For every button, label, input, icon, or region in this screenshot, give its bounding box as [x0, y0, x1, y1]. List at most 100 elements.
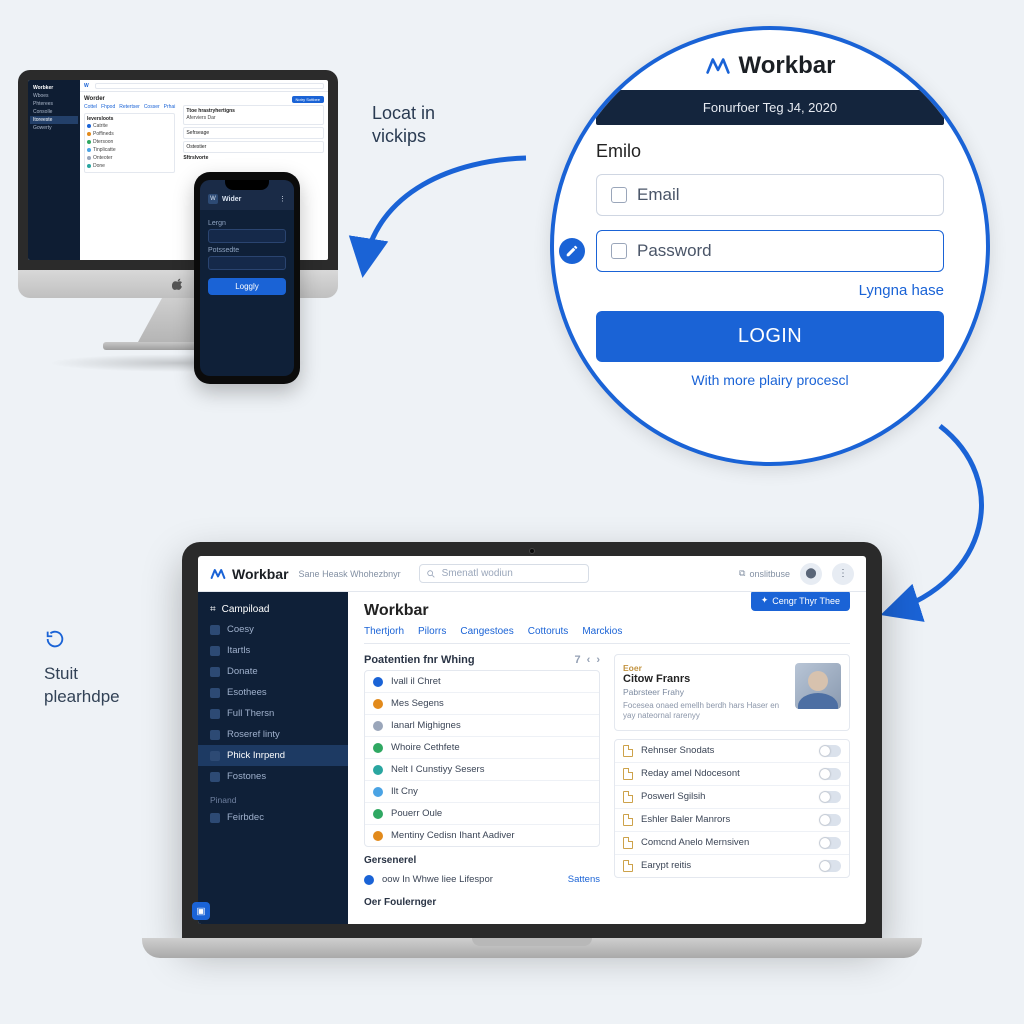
toggle[interactable]: [819, 745, 841, 757]
settings-list: Rehnser SnodatsReday amel NdocesontPoswe…: [614, 739, 850, 878]
login-form: Emilo Email Password Lyngna hase LOGIN W…: [596, 141, 944, 388]
sidebar-item[interactable]: Phterees: [30, 100, 78, 108]
imac-search[interactable]: [95, 83, 324, 89]
people-list: Ivall il ChretMes SegensIanarl Mighignes…: [364, 670, 600, 847]
annotation-locat-in: Locat in vickips: [372, 102, 435, 149]
menu-icon[interactable]: ⋮: [279, 195, 286, 203]
checkbox-icon[interactable]: [611, 243, 627, 259]
topbar-link[interactable]: ⧉onslitbuse: [739, 568, 790, 579]
list-item[interactable]: Mentiny Cedisn Ihant Aadiver: [365, 824, 599, 846]
kebab-icon[interactable]: ⋮: [832, 563, 854, 585]
content: Workbar ✦Cengr Thyr Thee Thertjorh Pilor…: [348, 592, 866, 924]
tab[interactable]: Cangestoes: [460, 626, 513, 637]
item-label: Mentiny Cedisn Ihant Aadiver: [391, 830, 515, 841]
document-icon: [623, 860, 633, 872]
count-badge: 7: [575, 654, 581, 666]
tab[interactable]: Cosser: [144, 104, 160, 110]
list-item[interactable]: Catrite: [87, 122, 172, 130]
toggle[interactable]: [819, 791, 841, 803]
tab[interactable]: Retertser: [119, 104, 140, 110]
tab[interactable]: Prhai: [164, 104, 176, 110]
action-link[interactable]: Sattens: [568, 874, 600, 885]
date-bar: Fonurfoer Teg J4, 2020: [596, 90, 944, 125]
workbar-logo-icon: [705, 53, 731, 79]
list-item[interactable]: Poswerl Sgilsih: [615, 785, 849, 808]
list-item[interactable]: Ianarl Mighignes: [365, 714, 599, 736]
tab[interactable]: Cottoruts: [528, 626, 569, 637]
sidebar-item[interactable]: Itartls: [198, 640, 348, 661]
card: Ostestier: [183, 141, 324, 153]
chevron-left-icon[interactable]: ‹: [587, 654, 591, 666]
password-field[interactable]: Password: [596, 230, 944, 272]
list-item[interactable]: Nelt I Cunstiyy Sesers: [365, 758, 599, 780]
laptop-base: [142, 938, 922, 958]
sidebar-item[interactable]: Full Thersn: [198, 703, 348, 724]
imac-primary-button[interactable]: Notry Sottbee: [292, 96, 324, 103]
sidebar-footer-icon[interactable]: ▣: [198, 902, 210, 920]
list-item[interactable]: Poffineds: [87, 130, 172, 138]
list-item[interactable]: Earypt reitis: [615, 854, 849, 877]
login-subtext[interactable]: With more plairy procescl: [596, 372, 944, 388]
sidebar-item[interactable]: Donate: [198, 661, 348, 682]
brand-name: Workbar: [232, 566, 289, 582]
avatar[interactable]: ⬤: [800, 563, 822, 585]
refresh-icon: [44, 628, 66, 650]
item-label: Ilt Cny: [391, 786, 418, 797]
imac-sidebar-brand: Worbker: [30, 84, 78, 92]
phone-password-input[interactable]: [208, 256, 286, 270]
phone-notch: [225, 180, 269, 190]
login-button[interactable]: LOGIN: [596, 311, 944, 362]
login-bubble: Workbar Fonurfoer Teg J4, 2020 Emilo Ema…: [550, 26, 990, 466]
toggle[interactable]: [819, 837, 841, 849]
sidebar-item[interactable]: Coesy: [198, 619, 348, 640]
apple-logo-icon: [172, 278, 184, 290]
list-item[interactable]: Eshler Baler Manrors: [615, 808, 849, 831]
list-item[interactable]: Rehnser Snodats: [615, 740, 849, 762]
brand-name: Workbar: [739, 52, 836, 80]
list-item[interactable]: Tinplicatte: [87, 146, 172, 154]
list-item[interactable]: Onteoter: [87, 154, 172, 162]
sidebar-item[interactable]: Feirbdec: [198, 807, 348, 828]
primary-button[interactable]: ✦Cengr Thyr Thee: [751, 592, 850, 611]
sidebar-item[interactable]: Gowerty: [30, 124, 78, 132]
list-item[interactable]: Ilt Cny: [365, 780, 599, 802]
list-item[interactable]: Ivall il Chret: [365, 671, 599, 692]
list-item[interactable]: Pouerr Oule: [365, 802, 599, 824]
search-input[interactable]: Smenatl wodiun: [419, 564, 589, 583]
checkbox-icon[interactable]: [611, 187, 627, 203]
logo-row: Workbar: [596, 52, 944, 80]
sidebar-item[interactable]: Consolle: [30, 108, 78, 116]
sidebar-item[interactable]: Roseref linty: [198, 724, 348, 745]
forgot-link[interactable]: Lyngna hase: [596, 282, 944, 299]
link-row[interactable]: oow In Whwe liee Lifespor Sattens: [364, 870, 600, 889]
list-item[interactable]: Reday amel Ndocesont: [615, 762, 849, 785]
list-item[interactable]: Mes Segens: [365, 692, 599, 714]
laptop-screen: Workbar Sane Heask Whohezbnyr Smenatl wo…: [198, 556, 866, 924]
sidebar-item[interactable]: Fostones: [198, 766, 348, 787]
toggle[interactable]: [819, 860, 841, 872]
tab[interactable]: Cottel: [84, 104, 97, 110]
list-item[interactable]: Dtersoon: [87, 138, 172, 146]
item-label: Pouerr Oule: [391, 808, 442, 819]
sidebar-title: ⌗Campiload: [198, 600, 348, 619]
sidebar-item-active[interactable]: Itoreeste: [30, 116, 78, 124]
tab[interactable]: Fhpod: [101, 104, 115, 110]
list-item[interactable]: Whoire Cethfete: [365, 736, 599, 758]
email-field[interactable]: Email: [596, 174, 944, 216]
phone-login-button[interactable]: Loggly: [208, 278, 286, 295]
password-label: Password: [637, 241, 712, 261]
tab[interactable]: Thertjorh: [364, 626, 404, 637]
sidebar-item[interactable]: Esothees: [198, 682, 348, 703]
sidebar-item[interactable]: Wboes: [30, 92, 78, 100]
list-item[interactable]: Comcnd Anelo Mernsiven: [615, 831, 849, 854]
document-icon: [623, 814, 633, 826]
chevron-right-icon[interactable]: ›: [596, 654, 600, 666]
topbar-brand[interactable]: Workbar: [210, 566, 289, 582]
toggle[interactable]: [819, 768, 841, 780]
toggle[interactable]: [819, 814, 841, 826]
tab[interactable]: Marckios: [582, 626, 622, 637]
phone-login-input[interactable]: [208, 229, 286, 243]
list-item[interactable]: Done: [87, 162, 172, 170]
tab[interactable]: Pilorrs: [418, 626, 446, 637]
sidebar-item-active[interactable]: Phick Inrpend: [198, 745, 348, 766]
